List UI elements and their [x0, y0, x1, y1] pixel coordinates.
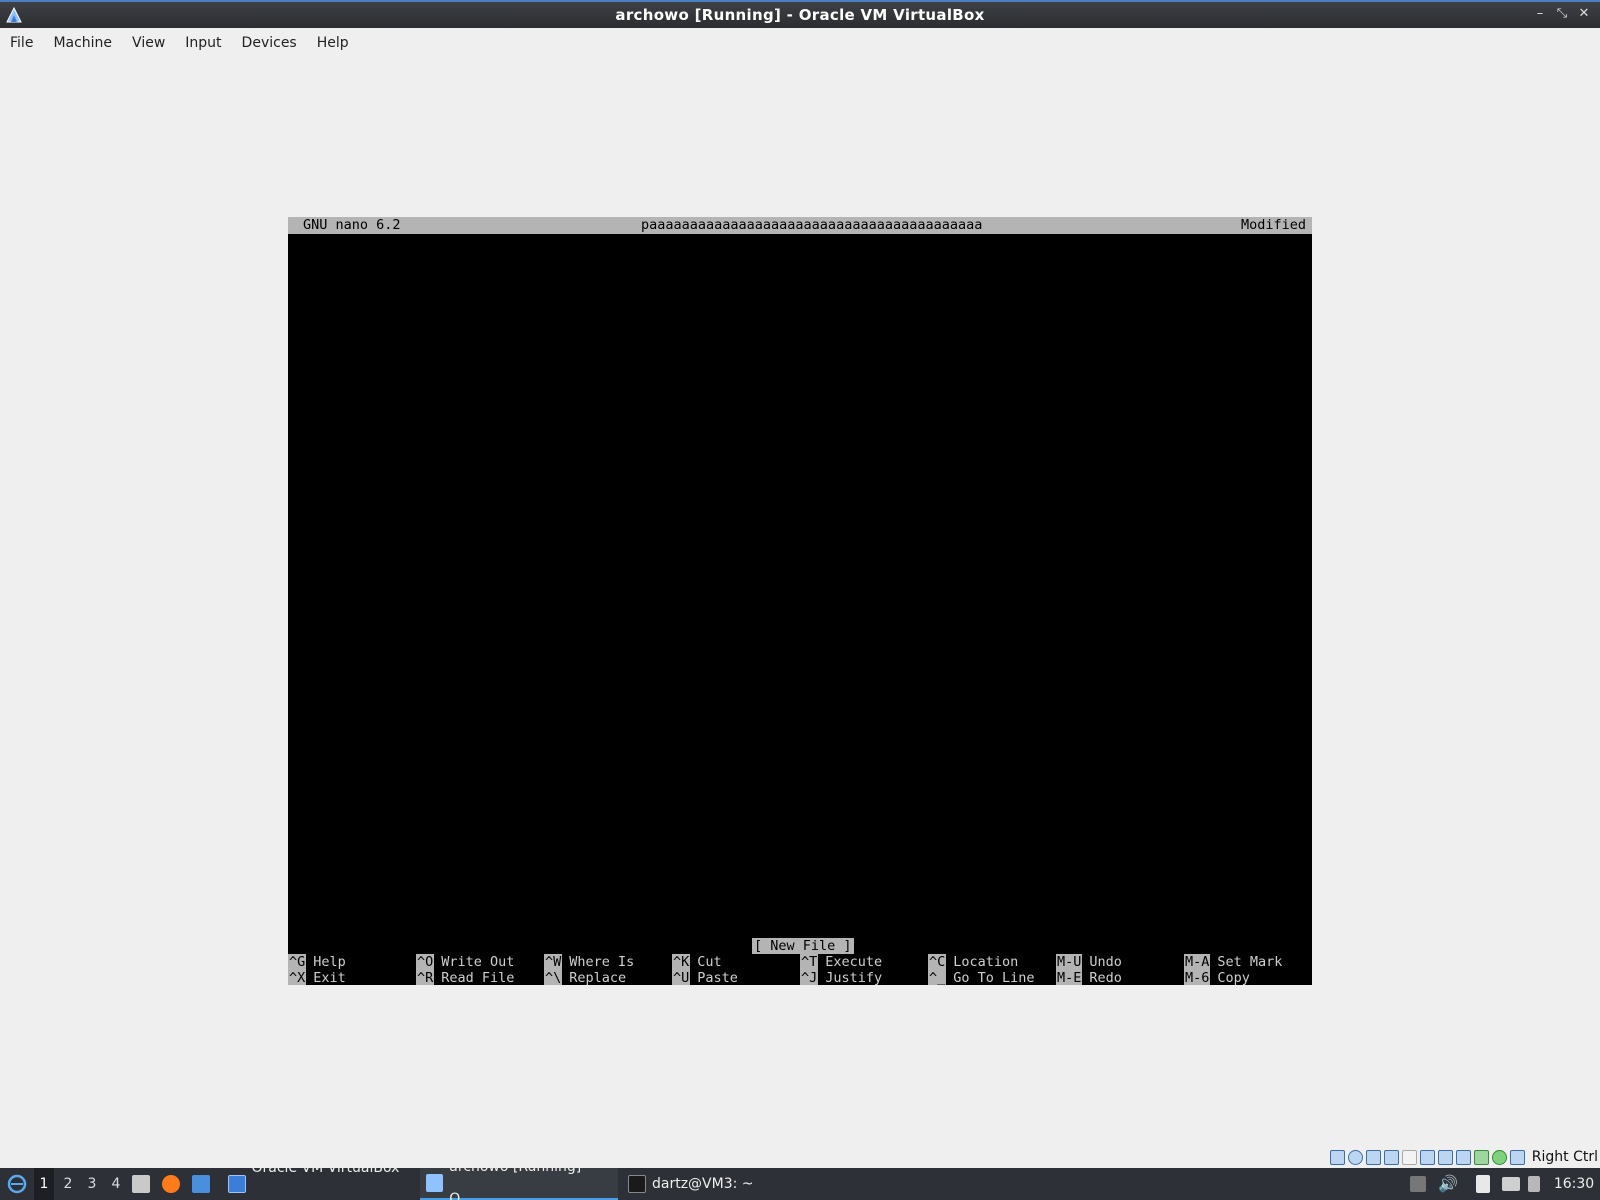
task-label: archowo [Running] - O...	[449, 1159, 591, 1200]
file-manager-launcher[interactable]	[132, 1168, 154, 1200]
start-menu-button[interactable]	[4, 1168, 30, 1200]
recording-icon[interactable]	[1455, 1149, 1471, 1165]
terminal-icon	[628, 1175, 646, 1193]
close-button[interactable]: ✕	[1576, 6, 1592, 21]
menu-input[interactable]: Input	[175, 28, 231, 58]
menu-view[interactable]: View	[122, 28, 175, 58]
desktop-icon	[192, 1175, 210, 1193]
window-title: archowo [Running] - Oracle VM VirtualBox	[615, 6, 985, 24]
tray-updates[interactable]	[1410, 1168, 1430, 1200]
notification-icon	[1528, 1176, 1540, 1192]
task-label: dartz@VM3: ~	[652, 1176, 754, 1192]
virtualbox-vm-icon	[426, 1174, 444, 1192]
nano-status-message: [ New File ]	[752, 938, 854, 954]
usb-icon[interactable]	[1401, 1149, 1417, 1165]
clipboard-icon	[1476, 1175, 1490, 1193]
shortcut-help: ^G Help	[288, 954, 346, 970]
vm-display[interactable]: GNU nano 6.2 paaaaaaaaaaaaaaaaaaaaaaaaaa…	[288, 217, 1312, 985]
tray-clipboard[interactable]	[1476, 1168, 1496, 1200]
display-icon[interactable]	[1437, 1149, 1453, 1165]
firefox-launcher[interactable]	[162, 1168, 184, 1200]
workspace-4[interactable]: 4	[106, 1168, 126, 1200]
nano-modified-flag: Modified	[1240, 217, 1306, 233]
vbox-status-bar: Right Ctrl	[1329, 1147, 1600, 1167]
network-tray-icon	[1502, 1177, 1520, 1191]
shortcut-read-file: ^R Read File	[416, 970, 515, 985]
shortcut-justify: ^J Justify	[800, 970, 883, 985]
maximize-button[interactable]: ⤡	[1554, 6, 1570, 21]
task-terminal[interactable]: dartz@VM3: ~	[622, 1168, 772, 1200]
keyboard-icon[interactable]	[1509, 1149, 1525, 1165]
shortcut-replace: ^\ Replace	[544, 970, 627, 985]
shortcut-redo: M-E Redo	[1056, 970, 1122, 985]
task-virtualbox-manager[interactable]: Oracle VM VirtualBox ...	[222, 1160, 418, 1200]
shortcut-execute: ^T Execute	[800, 954, 883, 970]
clock[interactable]: 16:30	[1552, 1168, 1596, 1200]
audio-icon[interactable]	[1365, 1149, 1381, 1165]
workspace-2[interactable]: 2	[58, 1168, 78, 1200]
menu-help[interactable]: Help	[307, 28, 359, 58]
shortcut-set-mark: M-A Set Mark	[1184, 954, 1283, 970]
volume-icon: 🔊	[1438, 1174, 1458, 1193]
menu-devices[interactable]: Devices	[232, 28, 307, 58]
host-key-label: Right Ctrl	[1531, 1149, 1598, 1165]
folder-icon	[132, 1175, 150, 1193]
nano-version: GNU nano 6.2	[303, 217, 401, 233]
shortcut-copy: M-6 Copy	[1184, 970, 1250, 985]
shortcut-paste: ^U Paste	[672, 970, 738, 985]
workspace-1[interactable]: 1	[34, 1168, 54, 1200]
menubar: File Machine View Input Devices Help	[0, 28, 1600, 58]
shortcut-write-out: ^O Write Out	[416, 954, 515, 970]
nano-edit-area[interactable]	[288, 234, 1312, 936]
task-archowo-vm[interactable]: archowo [Running] - O...	[420, 1159, 618, 1200]
shortcut-where-is: ^W Where Is	[544, 954, 635, 970]
shortcut-undo: M-U Undo	[1056, 954, 1122, 970]
updates-icon	[1410, 1176, 1426, 1192]
tray-volume[interactable]: 🔊	[1438, 1168, 1460, 1200]
nano-filename: paaaaaaaaaaaaaaaaaaaaaaaaaaaaaaaaaaaaaaa…	[641, 217, 983, 233]
shortcut-location: ^C Location	[928, 954, 1019, 970]
show-desktop-button[interactable]	[192, 1168, 214, 1200]
window-titlebar: archowo [Running] - Oracle VM VirtualBox…	[0, 0, 1600, 28]
minimize-button[interactable]: –	[1532, 6, 1548, 21]
shortcut-cut: ^K Cut	[672, 954, 722, 970]
mouse-integration-icon[interactable]	[1491, 1149, 1507, 1165]
menu-file[interactable]: File	[0, 28, 43, 58]
virtualization-icon[interactable]	[1473, 1149, 1489, 1165]
tray-notifications[interactable]	[1528, 1168, 1546, 1200]
nano-title-bar: GNU nano 6.2 paaaaaaaaaaaaaaaaaaaaaaaaaa…	[288, 217, 1312, 234]
taskbar: 1 2 3 4 Oracle VM VirtualBox ... archowo…	[0, 1159, 1600, 1200]
hard-disk-icon[interactable]	[1329, 1149, 1345, 1165]
workspace-3[interactable]: 3	[82, 1168, 102, 1200]
shortcut-exit: ^X Exit	[288, 970, 346, 985]
virtualbox-manager-icon	[228, 1175, 246, 1193]
shortcut-go-to-line: ^_ Go To Line	[928, 970, 1035, 985]
task-label: Oracle VM VirtualBox ...	[251, 1160, 400, 1200]
shared-folder-icon[interactable]	[1419, 1149, 1435, 1165]
start-menu-icon	[7, 1174, 27, 1194]
tray-network[interactable]	[1502, 1168, 1524, 1200]
nano-shortcuts-row1: ^G Help ^O Write Out ^W Where Is ^K Cut ^T Ex…	[288, 954, 1312, 970]
firefox-icon	[162, 1175, 180, 1193]
network-icon[interactable]	[1383, 1149, 1399, 1165]
optical-drive-icon[interactable]	[1347, 1149, 1363, 1165]
nano-shortcuts-row2: ^X Exit ^R Read File ^\ Replace ^U Paste ^J J…	[288, 970, 1312, 985]
menu-machine[interactable]: Machine	[43, 28, 122, 58]
